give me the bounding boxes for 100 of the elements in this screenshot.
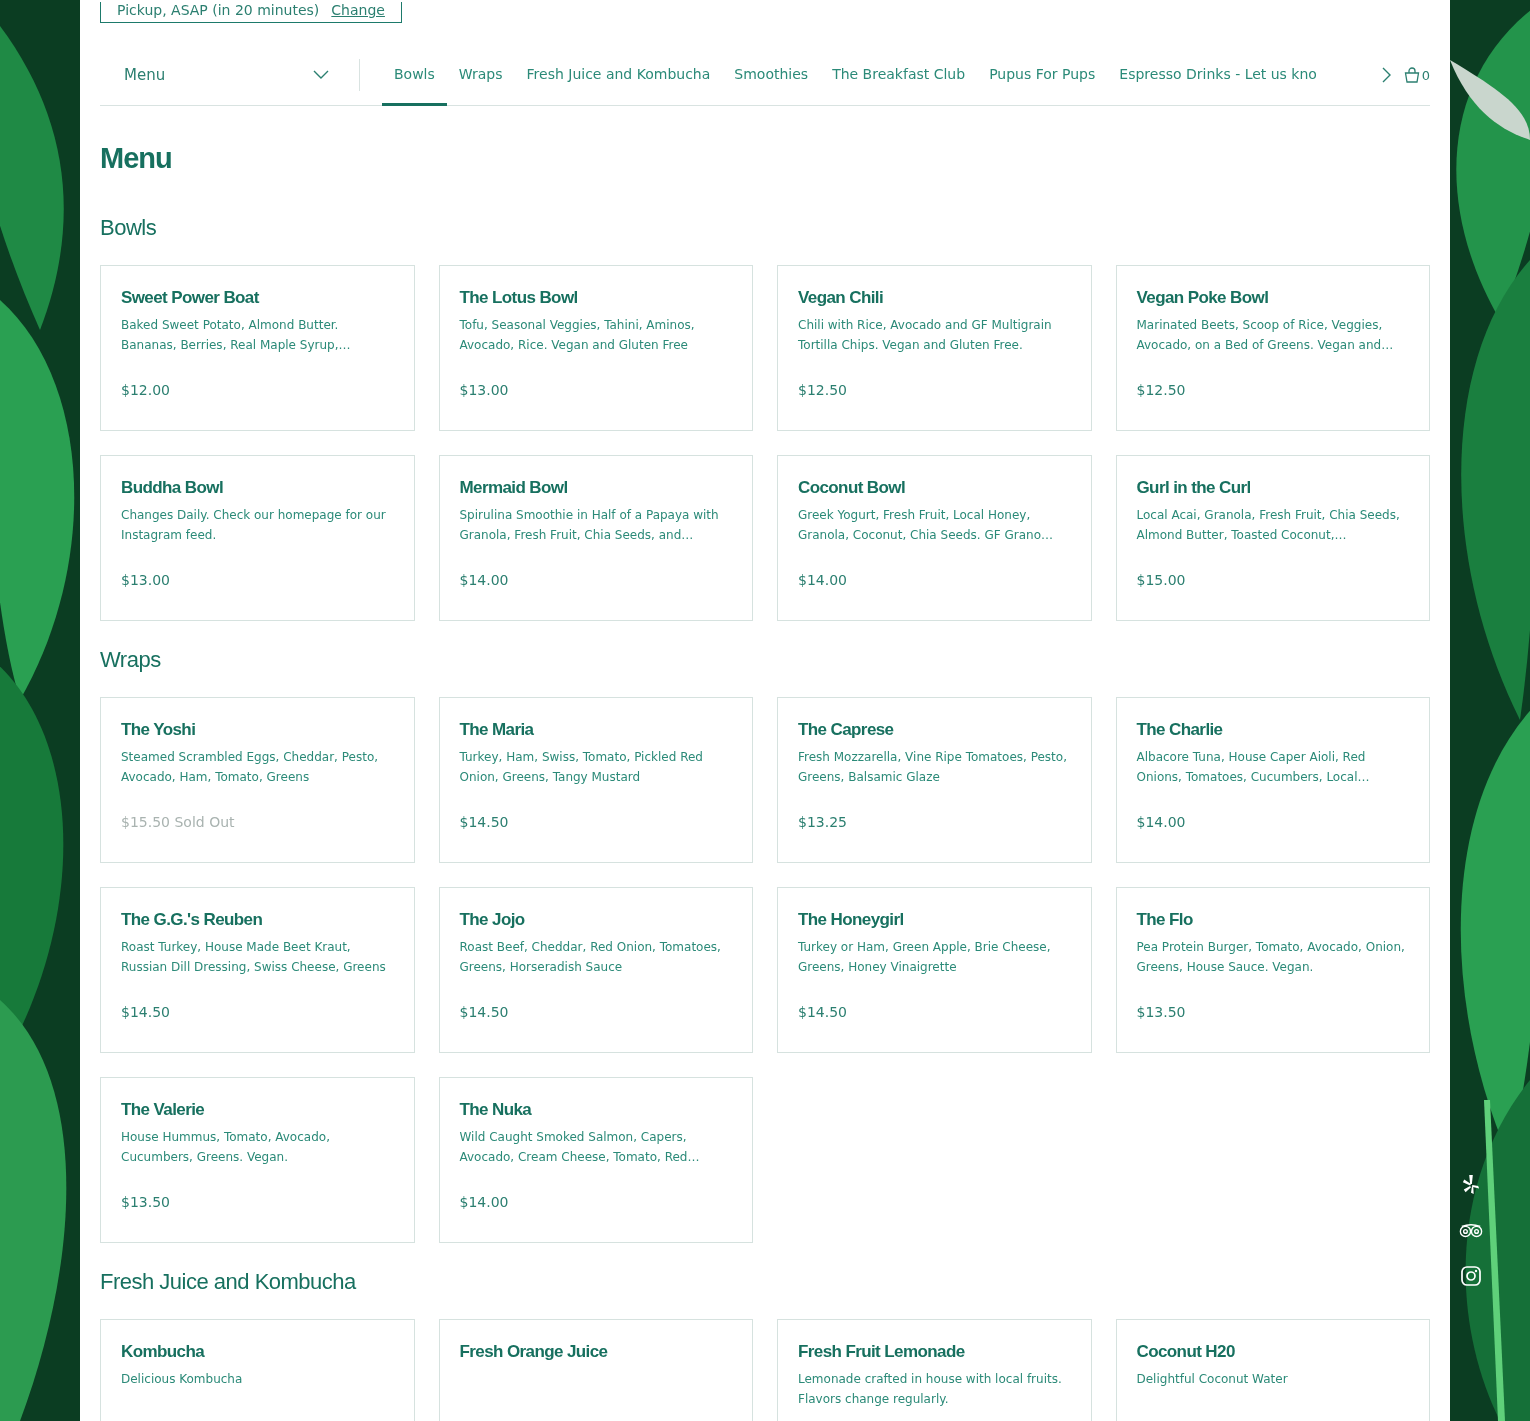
item-description: Turkey, Ham, Swiss, Tomato, Pickled Red Onion, Greens, Tangy Mustard xyxy=(459,749,704,786)
item-price: $12.50 xyxy=(798,382,848,398)
category-tab[interactable]: Pupus For Pups xyxy=(977,45,1108,106)
item-description: Lemonade crafted in house with local fruits. Flavors change regularly. xyxy=(798,1371,1063,1408)
item-description: Chili with Rice, Avocado and GF Multigrain Tortilla Chips. Vegan and Gluten Free. xyxy=(798,317,1053,354)
item-description: Marinated Beets, Scoop of Rice, Veggies, Avocado, on a Bed of Greens. Vegan and… xyxy=(1136,317,1395,354)
item-name: The Flo xyxy=(1136,910,1194,930)
pickup-text: Pickup, ASAP (in 20 minutes) xyxy=(117,2,320,18)
menu-item-card[interactable]: The Lotus Bowl Tofu, Seasonal Veggies, Tahini, Aminos, Avocado, Rice. Vegan and Gluten Free $13.00 xyxy=(438,265,753,431)
item-name: The Lotus Bowl xyxy=(459,288,579,308)
item-description: Delicious Kombucha xyxy=(121,1371,244,1388)
menu-item-card[interactable]: The Yoshi Steamed Scrambled Eggs, Cheddar, Pesto, Avocado, Ham, Tomato, Greens $15.50 Sold Out xyxy=(100,697,415,863)
item-name: The Nuka xyxy=(459,1100,533,1120)
menu-item-card[interactable]: The Caprese Fresh Mozzarella, Vine Ripe Tomatoes, Pesto, Greens, Balsamic Glaze $13.25 xyxy=(777,697,1092,863)
item-price: $13.00 xyxy=(459,382,510,398)
category-tab[interactable]: Wraps xyxy=(446,45,515,106)
item-description: Wild Caught Smoked Salmon, Capers, Avocado, Cream Cheese, Tomato, Red… xyxy=(459,1129,701,1166)
item-name: Fresh Orange Juice xyxy=(459,1342,609,1362)
item-name: Vegan Chili xyxy=(798,288,885,308)
item-price: $14.00 xyxy=(1136,814,1187,830)
menu-item-card[interactable]: Coconut Bowl Greek Yogurt, Fresh Fruit, Local Honey, Granola, Coconut, Chia Seeds. GF Grano… $14.00 xyxy=(777,455,1092,621)
item-price: $14.00 xyxy=(459,572,510,588)
item-name: Fresh Fruit Lemonade xyxy=(798,1342,966,1362)
item-name: Coconut H20 xyxy=(1136,1342,1236,1362)
item-price: $14.50 xyxy=(798,1004,848,1020)
item-name: Buddha Bowl xyxy=(121,478,224,498)
item-description: Roast Beef, Cheddar, Red Onion, Tomatoes, Greens, Horseradish Sauce xyxy=(459,939,722,976)
item-name: Kombucha xyxy=(121,1342,206,1362)
page-title: Menu xyxy=(100,142,173,175)
chevron-down-icon xyxy=(313,70,329,80)
item-name: Mermaid Bowl xyxy=(459,478,569,498)
menu-item-card[interactable]: The Jojo Roast Beef, Cheddar, Red Onion, Tomatoes, Greens, Horseradish Sauce $14.50 xyxy=(438,887,753,1053)
item-name: The Jojo xyxy=(459,910,526,930)
item-description: House Hummus, Tomato, Avocado, Cucumbers, Greens. Vegan. xyxy=(121,1129,331,1166)
item-name: The Yoshi xyxy=(121,720,197,740)
camera-icon[interactable] xyxy=(1461,1266,1481,1286)
category-tab[interactable]: Smoothies xyxy=(722,45,821,106)
menu-item-card[interactable]: Gurl in the Curl Local Acai, Granola, Fresh Fruit, Chia Seeds, Almond Butter, Toasted Coconut,… $15.00 xyxy=(1115,455,1430,621)
menu-item-card[interactable]: The Flo Pea Protein Burger, Tomato, Avocado, Onion, Greens, House Sauce. Vegan. $13.50 xyxy=(1115,887,1430,1053)
item-description: Albacore Tuna, House Caper Aioli, Red Onions, Tomatoes, Cucumbers, Local… xyxy=(1136,749,1371,786)
item-price: $14.00 xyxy=(798,572,848,588)
menu-item-card[interactable]: Kombucha Delicious Kombucha xyxy=(100,1319,415,1421)
chevron-right-icon[interactable] xyxy=(1381,67,1392,83)
item-description: Greek Yogurt, Fresh Fruit, Local Honey, Granola, Coconut, Chia Seeds. GF Grano… xyxy=(798,507,1054,544)
item-name: Vegan Poke Bowl xyxy=(1136,288,1270,308)
menu-item-card[interactable]: The Maria Turkey, Ham, Swiss, Tomato, Pickled Red Onion, Greens, Tangy Mustard $14.50 xyxy=(438,697,753,863)
menu-item-card[interactable]: The Honeygirl Turkey or Ham, Green Apple, Brie Cheese, Greens, Honey Vinaigrette $14.50 xyxy=(777,887,1092,1053)
item-name: The G.G.'s Reuben xyxy=(121,910,264,930)
change-link[interactable]: Change xyxy=(331,2,385,18)
cart-button[interactable]: 0 xyxy=(1403,45,1430,105)
menu-item-card[interactable]: Buddha Bowl Changes Daily. Check our homepage for our Instagram feed. $13.00 xyxy=(100,455,415,621)
item-description: Tofu, Seasonal Veggies, Tahini, Aminos, Avocado, Rice. Vegan and Gluten Free xyxy=(459,317,696,354)
item-description: Pea Protein Burger, Tomato, Avocado, Onion, Greens, House Sauce. Vegan. xyxy=(1136,939,1406,976)
item-price: $13.50 xyxy=(1136,1004,1187,1020)
menu-item-card[interactable]: The Valerie House Hummus, Tomato, Avocado, Cucumbers, Greens. Vegan. $13.50 xyxy=(100,1077,415,1243)
item-description: Spirulina Smoothie in Half of a Papaya with Granola, Fresh Fruit, Chia Seeds, and… xyxy=(459,507,720,544)
category-tab[interactable]: The Breakfast Club xyxy=(820,45,978,106)
menu-item-card[interactable]: Sweet Power Boat Baked Sweet Potato, Almond Butter. Bananas, Berries, Real Maple Syrup,… $12.00 xyxy=(100,265,415,431)
shopping-bag-icon xyxy=(1403,67,1420,83)
item-price: $12.00 xyxy=(121,382,171,398)
item-name: Coconut Bowl xyxy=(798,478,907,498)
item-price: $13.50 xyxy=(121,1194,171,1210)
menu-item-card[interactable]: Coconut H20 Delightful Coconut Water xyxy=(1115,1319,1430,1421)
menu-item-card[interactable]: Fresh Fruit Lemonade Lemonade crafted in house with local fruits. Flavors change regularly. xyxy=(777,1319,1092,1421)
item-description: Baked Sweet Potato, Almond Butter. Bananas, Berries, Real Maple Syrup,… xyxy=(121,317,352,354)
menu-item-card[interactable]: Fresh Orange Juice xyxy=(438,1319,753,1421)
item-price: $12.50 xyxy=(1136,382,1187,398)
menu-item-card[interactable]: Vegan Chili Chili with Rice, Avocado and GF Multigrain Tortilla Chips. Vegan and Gluten Free. $12.50 xyxy=(777,265,1092,431)
item-price: $14.50 xyxy=(459,814,510,830)
item-description: Fresh Mozzarella, Vine Ripe Tomatoes, Pesto, Greens, Balsamic Glaze xyxy=(798,749,1068,786)
item-price: $13.00 xyxy=(121,572,171,588)
item-price: $14.50 xyxy=(459,1004,510,1020)
burst-icon[interactable] xyxy=(1462,1175,1480,1195)
menu-item-card[interactable]: The Charlie Albacore Tuna, House Caper Aioli, Red Onions, Tomatoes, Cucumbers, Local… $14.00 xyxy=(1115,697,1430,863)
menu-dropdown[interactable]: Menu xyxy=(100,59,360,91)
item-name: Sweet Power Boat xyxy=(121,288,261,308)
item-name: The Honeygirl xyxy=(798,910,905,930)
item-name: The Valerie xyxy=(121,1100,206,1120)
section-title: Wraps xyxy=(100,647,162,673)
category-tab[interactable]: Bowls xyxy=(382,45,447,106)
item-description: Changes Daily. Check our homepage for our Instagram feed. xyxy=(121,507,387,544)
category-tab[interactable]: Espresso Drinks - Let us kno xyxy=(1107,45,1329,106)
item-price: $15.00 xyxy=(1136,572,1187,588)
item-price: $14.50 xyxy=(121,1004,171,1020)
owl-eyes-icon[interactable] xyxy=(1459,1223,1483,1238)
item-price: $15.50 Sold Out xyxy=(121,814,236,830)
item-description: Roast Turkey, House Made Beet Kraut, Russian Dill Dressing, Swiss Cheese, Greens xyxy=(121,939,387,976)
category-tab[interactable]: Fresh Juice and Kombucha xyxy=(514,45,723,106)
item-price: $14.00 xyxy=(459,1194,510,1210)
menu-item-card[interactable]: Vegan Poke Bowl Marinated Beets, Scoop of Rice, Veggies, Avocado, on a Bed of Greens. Vegan and… $12.50 xyxy=(1115,265,1430,431)
item-description: Local Acai, Granola, Fresh Fruit, Chia Seeds, Almond Butter, Toasted Coconut,… xyxy=(1136,507,1401,544)
section-title: Bowls xyxy=(100,215,158,241)
item-name: Gurl in the Curl xyxy=(1136,478,1252,498)
menu-item-card[interactable]: The Nuka Wild Caught Smoked Salmon, Capers, Avocado, Cream Cheese, Tomato, Red… $14.00 xyxy=(438,1077,753,1243)
section-title: Fresh Juice and Kombucha xyxy=(100,1269,358,1295)
item-description: Steamed Scrambled Eggs, Cheddar, Pesto, Avocado, Ham, Tomato, Greens xyxy=(121,749,380,786)
item-name: The Charlie xyxy=(1136,720,1224,740)
menu-item-card[interactable]: Mermaid Bowl Spirulina Smoothie in Half of a Papaya with Granola, Fresh Fruit, Chia Seeds, and… $14.00 xyxy=(438,455,753,621)
item-price: $13.25 xyxy=(798,814,848,830)
menu-item-card[interactable]: The G.G.'s Reuben Roast Turkey, House Made Beet Kraut, Russian Dill Dressing, Swiss Cheese, Greens $14.50 xyxy=(100,887,415,1053)
